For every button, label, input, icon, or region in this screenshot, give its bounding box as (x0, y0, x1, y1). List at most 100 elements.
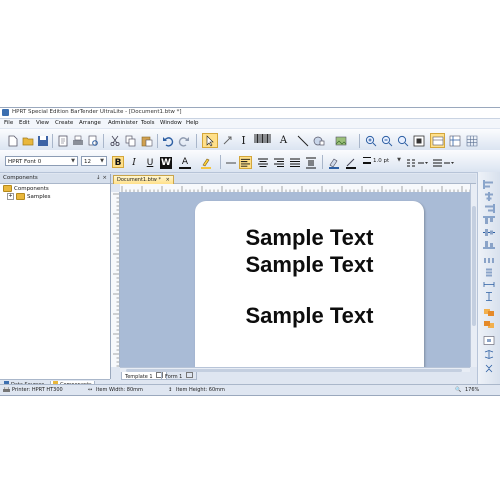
font-color-button[interactable]: A (179, 157, 191, 169)
zoom-page-icon[interactable] (412, 134, 425, 147)
ungroup-icon[interactable] (483, 364, 495, 373)
redo-icon[interactable] (177, 134, 190, 147)
scroll-thumb[interactable] (472, 206, 476, 326)
expand-icon[interactable]: + (7, 193, 14, 200)
paste-icon[interactable] (140, 134, 153, 147)
status-printer: Printer: HPRT HT300 (12, 387, 63, 393)
sample-text-2[interactable]: Sample Text (195, 254, 424, 276)
toolbar-separator (103, 134, 104, 148)
ruler-width-icon: ↔ (88, 387, 93, 393)
picture-icon[interactable] (334, 134, 347, 147)
border-style-icon[interactable] (432, 156, 454, 169)
fill-color-icon[interactable] (327, 156, 340, 169)
tree-item-samples[interactable]: + Samples (7, 193, 51, 200)
center-on-page-icon[interactable] (483, 336, 495, 345)
line-tool-icon[interactable] (296, 134, 309, 147)
distribute-vertical-icon[interactable] (483, 268, 495, 277)
distribute-horizontal-icon[interactable] (483, 256, 495, 265)
barcode-icon[interactable] (254, 133, 272, 147)
menu-administer[interactable]: Administer (108, 120, 138, 126)
components-panel-header: Components ↓ × (0, 174, 110, 184)
bring-to-front-icon[interactable] (483, 308, 495, 317)
label-template[interactable]: Sample Text Sample Text Sample Text (195, 201, 424, 367)
status-item-width: Item Width: 80mm (96, 387, 143, 393)
document-tab[interactable]: Document1.btw * × (113, 175, 174, 184)
folder-icon (3, 185, 12, 192)
undo-icon[interactable] (161, 134, 174, 147)
page-setup-icon[interactable] (56, 134, 69, 147)
tree-root[interactable]: Components (3, 185, 49, 192)
copy-icon[interactable] (124, 134, 137, 147)
panel-close-icon[interactable]: ↓ × (96, 174, 107, 183)
zoom-in-icon[interactable] (364, 134, 377, 147)
align-objects-right-icon[interactable] (483, 204, 495, 213)
menu-edit[interactable]: Edit (19, 120, 30, 126)
menu-create[interactable]: Create (55, 120, 73, 126)
vertical-ruler (111, 192, 120, 367)
underline-button[interactable]: U (144, 157, 156, 169)
grid-icon[interactable] (465, 134, 478, 147)
align-left-icon[interactable] (239, 156, 252, 169)
vertical-scrollbar[interactable] (470, 184, 477, 367)
align-objects-left-icon[interactable] (483, 180, 495, 189)
same-height-icon[interactable] (483, 292, 495, 301)
toolbar-separator (196, 134, 197, 148)
select-pointer-icon[interactable] (202, 133, 218, 148)
bold-button[interactable]: B (112, 156, 124, 168)
group-icon[interactable] (483, 350, 495, 359)
close-icon[interactable]: × (166, 177, 170, 183)
align-objects-center-icon[interactable] (483, 192, 495, 201)
tab-form-1[interactable]: Form 1 (161, 372, 197, 380)
line-width-icon (363, 157, 371, 164)
line-color-icon[interactable] (344, 156, 357, 169)
new-document-icon[interactable] (6, 134, 19, 147)
highlight-color-icon[interactable] (199, 156, 212, 169)
line-style-icon[interactable] (406, 156, 428, 169)
horizontal-line-icon[interactable] (224, 156, 237, 169)
menu-tools[interactable]: Tools (141, 120, 155, 126)
align-objects-middle-icon[interactable] (483, 228, 495, 237)
align-right-icon[interactable] (272, 156, 285, 169)
text-object-icon[interactable]: A (277, 134, 290, 147)
components-panel: Components ↓ × Components + Samples (0, 174, 111, 379)
send-to-back-icon[interactable] (483, 320, 495, 329)
layout-view-icon[interactable] (430, 133, 445, 148)
design-canvas[interactable]: Sample Text Sample Text Sample Text (120, 192, 470, 367)
align-objects-top-icon[interactable] (483, 216, 495, 225)
align-objects-bottom-icon[interactable] (483, 240, 495, 249)
save-icon[interactable] (36, 134, 49, 147)
chevron-down-icon: ▼ (100, 158, 104, 164)
vertical-align-icon[interactable] (304, 156, 317, 169)
reverse-button[interactable]: W (160, 157, 172, 169)
shape-tool-icon[interactable] (312, 134, 325, 147)
cut-icon[interactable] (108, 134, 121, 147)
sample-text-1[interactable]: Sample Text (195, 227, 424, 249)
pan-tool-icon[interactable] (221, 134, 234, 147)
data-view-icon[interactable] (448, 134, 461, 147)
sample-text-3[interactable]: Sample Text (195, 305, 424, 327)
line-width-select[interactable]: 1.0 pt ▼ (361, 156, 403, 166)
print-preview-icon[interactable] (86, 134, 99, 147)
template-tabs: Template 1 Form 1 (111, 372, 476, 380)
menu-window[interactable]: Window (160, 120, 182, 126)
menu-help[interactable]: Help (186, 120, 199, 126)
menu-view[interactable]: View (36, 120, 49, 126)
text-cursor-icon[interactable]: I (237, 134, 250, 147)
zoom-icon: 🔍 (455, 387, 462, 393)
align-center-icon[interactable] (256, 156, 269, 169)
font-name-select[interactable]: HPRT Font 0 ▼ (5, 156, 78, 166)
open-folder-icon[interactable] (21, 134, 34, 147)
menu-arrange[interactable]: Arrange (79, 120, 101, 126)
align-justify-icon[interactable] (288, 156, 301, 169)
zoom-fit-icon[interactable] (396, 134, 409, 147)
print-icon[interactable] (71, 134, 84, 147)
printer-icon (3, 385, 10, 395)
menu-file[interactable]: File (4, 120, 13, 126)
status-zoom[interactable]: 176% (465, 385, 479, 395)
italic-button[interactable]: I (128, 157, 140, 169)
same-width-icon[interactable] (483, 280, 495, 289)
zoom-out-icon[interactable] (380, 134, 393, 147)
document-tab-label: Document1.btw * (117, 177, 161, 183)
font-size-select[interactable]: 12 ▼ (81, 156, 107, 166)
main-toolbar: I A (0, 129, 500, 151)
